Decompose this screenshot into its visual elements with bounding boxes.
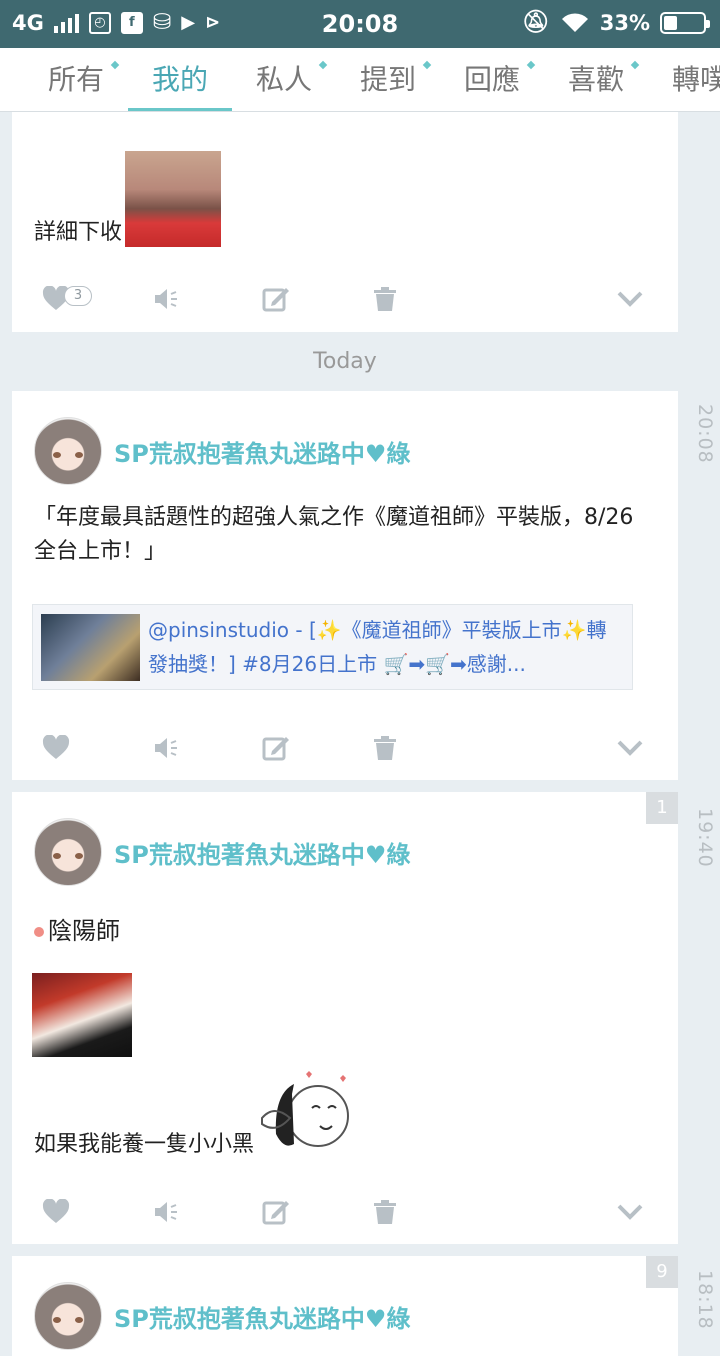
battery-percent: 33% [599,10,650,35]
edit-button[interactable] [262,728,290,768]
wifi-icon [561,12,588,32]
timeline: 20:08 19:40 18:18 [690,112,720,1356]
plurk-actions: 3 [12,279,678,319]
delete-button[interactable] [372,279,398,319]
author-name[interactable]: SP荒叔抱著魚丸迷路中♥綠 [114,434,410,469]
expand-button[interactable] [616,1192,644,1232]
mute-button[interactable] [152,279,180,319]
status-right: 🔕︎ 33% [521,10,710,35]
delete-button[interactable] [372,728,398,768]
like-button[interactable]: 3 [42,279,92,319]
expand-button[interactable] [616,728,644,768]
tab-label: 回應 [463,63,520,96]
timestamp: 19:40 [694,808,716,868]
author-name[interactable]: SP荒叔抱著魚丸迷路中♥綠 [114,835,410,870]
tab-label: 轉噗 [672,63,720,96]
link-preview-text[interactable]: @pinsinstudio - [✨《魔道祖師》平裝版上市✨轉發抽獎！] #8月… [148,613,618,681]
heart-icon [42,735,70,759]
avatar[interactable] [34,417,102,485]
photo-thumbnail[interactable] [125,151,221,247]
speaker-icon [155,1202,177,1222]
response-count-badge[interactable]: 1 [646,792,678,824]
status-bar: 4G ◴ f ⛁ ▶ ⊳ 20:08 🔕︎ 33% [0,0,720,48]
edit-icon [262,737,289,761]
response-count-badge[interactable]: 9 [646,1256,678,1288]
speaker-icon [155,738,177,758]
like-button[interactable] [42,728,70,768]
link-thumbnail [41,614,140,681]
chevron-down-icon [617,740,643,756]
tab-label: 我的 [151,63,208,96]
like-count: 3 [64,286,92,306]
chevron-down-icon [617,291,643,307]
tab-dot [630,60,640,70]
tab-label: 私人 [255,63,312,96]
author-name[interactable]: SP荒叔抱著魚丸迷路中♥綠 [114,1299,410,1334]
avatar[interactable] [34,1282,102,1350]
plurk-actions [12,1192,678,1232]
plurk-author[interactable]: SP荒叔抱著魚丸迷路中♥綠 [34,818,410,886]
plurk-card[interactable]: 9 SP荒叔抱著魚丸迷路中♥綠 [12,1256,678,1356]
tab-label: 喜歡 [567,63,624,96]
plurk-actions [12,728,678,768]
timestamp: 20:08 [694,404,716,464]
trash-icon [374,287,396,311]
tab-dot [526,60,536,70]
chevron-down-icon [617,1204,643,1220]
plurk-author[interactable]: SP荒叔抱著魚丸迷路中♥綠 [34,417,410,485]
expand-button[interactable] [616,279,644,319]
tab-mine[interactable]: 我的 [128,48,232,111]
mute-button[interactable] [152,1192,180,1232]
mute-button[interactable] [152,728,180,768]
tab-bar: 所有 我的 私人 提到 回應 喜歡 轉噗 [0,48,720,112]
delete-button[interactable] [372,1192,398,1232]
tab-dot [422,60,432,70]
trash-icon [374,736,396,760]
edit-button[interactable] [262,1192,290,1232]
tab-replurks[interactable]: 轉噗 [648,48,720,111]
tab-label: 所有 [47,63,104,96]
speaker-icon [155,289,177,309]
tab-likes[interactable]: 喜歡 [544,48,648,111]
bullet-line: 陰陽師 [34,914,120,948]
tab-mentions[interactable]: 提到 [336,48,440,111]
plurk-author[interactable]: SP荒叔抱著魚丸迷路中♥綠 [34,1282,410,1350]
sticker-image [261,1071,349,1147]
bullet-text: 陰陽師 [48,917,120,945]
battery-fill [664,15,677,30]
plurk-text: 詳細下收 [34,220,123,245]
trash-icon [374,1200,396,1224]
photo-thumbnail[interactable] [32,973,132,1057]
link-preview[interactable]: @pinsinstudio - [✨《魔道祖師》平裝版上市✨轉發抽獎！] #8月… [32,604,633,690]
plurk-text: 「年度最具話題性的超強人氣之作《魔道祖師》平裝版，8/26全台上市！」 [34,505,634,564]
like-button[interactable] [42,1192,70,1232]
edit-button[interactable] [262,279,290,319]
plurk-card[interactable]: 詳細下收 3 [12,112,678,332]
date-divider: Today [313,349,377,374]
timestamp: 18:18 [694,1270,716,1330]
tab-dot [110,60,120,70]
plurk-card[interactable]: 1 SP荒叔抱著魚丸迷路中♥綠 陰陽師 如果我能養一隻小小黑 [12,792,678,1244]
edit-icon [262,288,289,312]
tab-dot [318,60,328,70]
tab-all[interactable]: 所有 [24,48,128,111]
tab-private[interactable]: 私人 [232,48,336,111]
heart-icon [42,1199,70,1223]
battery-icon [660,11,710,34]
avatar[interactable] [34,818,102,886]
edit-icon [262,1201,289,1225]
bullet-dot-icon [34,927,44,937]
plurk-text: 如果我能養一隻小小黑 [34,1132,255,1157]
tab-responses[interactable]: 回應 [440,48,544,111]
tab-label: 提到 [359,63,416,96]
plurk-card[interactable]: SP荒叔抱著魚丸迷路中♥綠 「年度最具話題性的超強人氣之作《魔道祖師》平裝版，8… [12,391,678,780]
mute-icon: 🔕︎ [521,10,550,35]
